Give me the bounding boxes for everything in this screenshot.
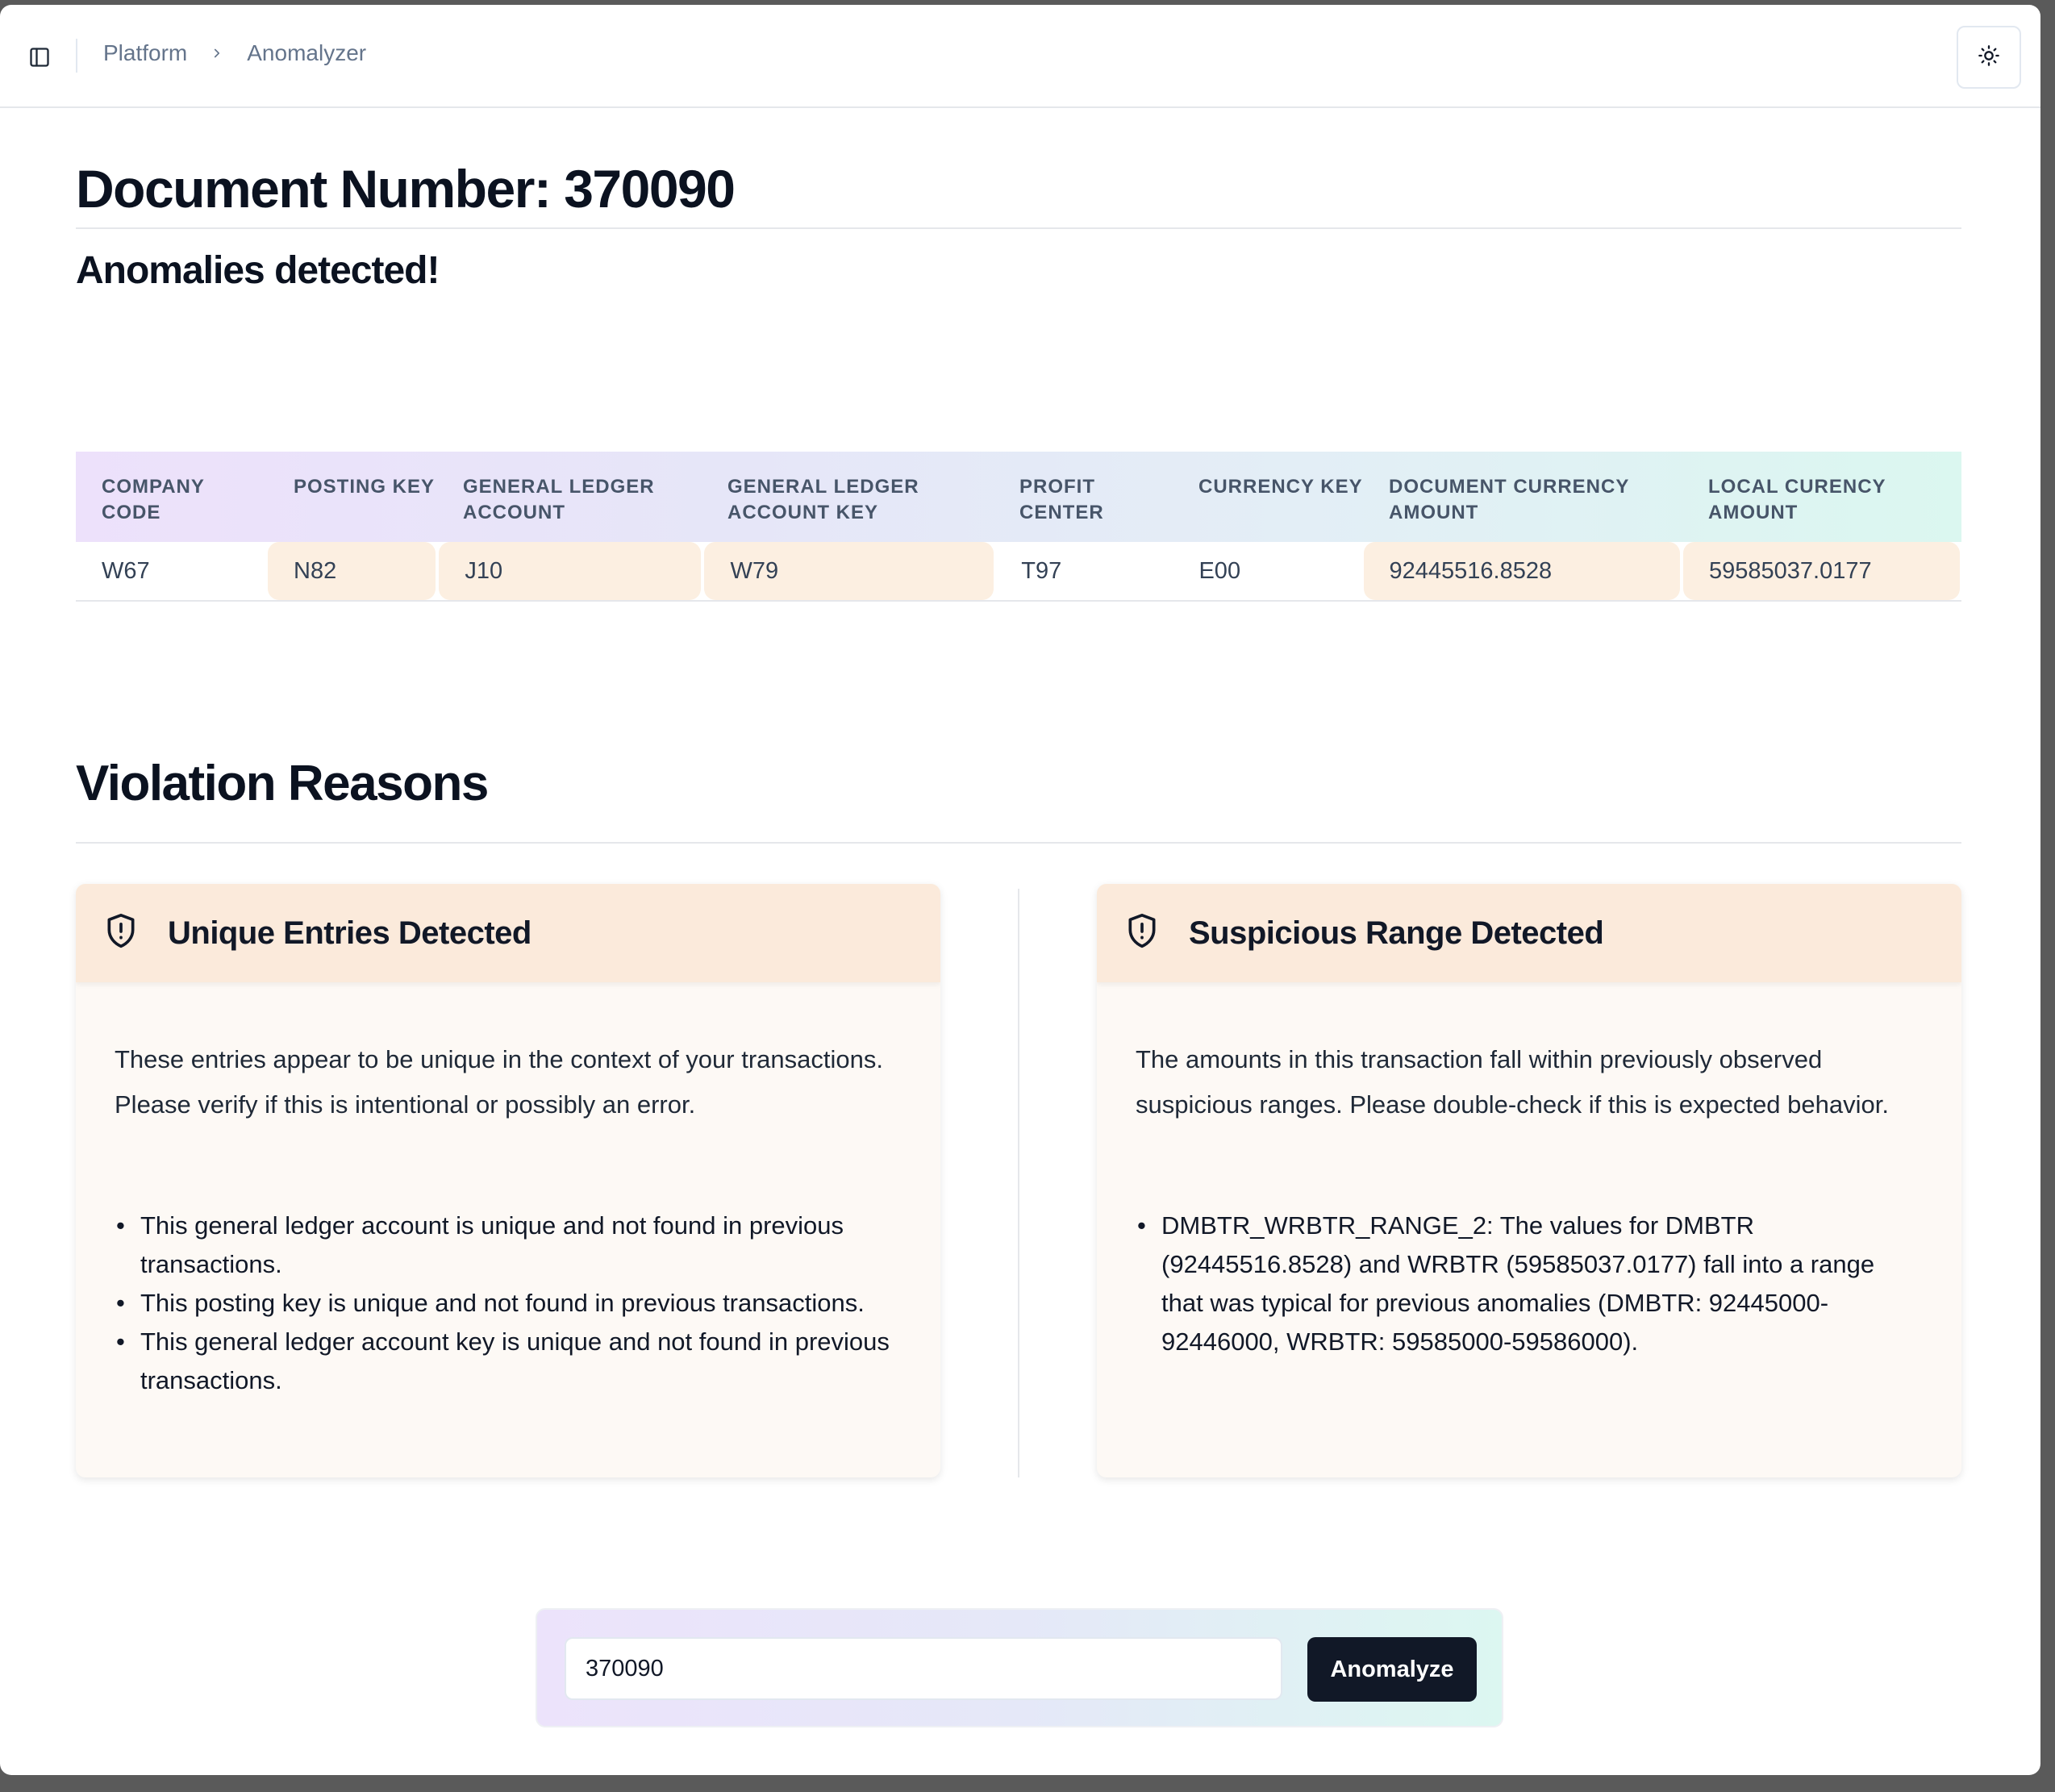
table-body: W67 N82 J10 W79 T97 E00 92445516.8528 59… bbox=[76, 542, 1961, 602]
card-title: Unique Entries Detected bbox=[168, 915, 531, 951]
column-header: COMPANY CODE bbox=[102, 476, 205, 523]
document-number-input[interactable] bbox=[565, 1637, 1282, 1700]
violation-list: DMBTR_WRBTR_RANGE_2: The values for DMBT… bbox=[1136, 1206, 1923, 1361]
header-divider bbox=[76, 39, 77, 73]
column-header: DOCUMENT CURRENCY AMOUNT bbox=[1389, 476, 1629, 523]
table-row: W67 N82 J10 W79 T97 E00 92445516.8528 59… bbox=[76, 542, 1961, 602]
table-cell: E00 bbox=[1198, 557, 1241, 584]
list-item: This general ledger account is unique an… bbox=[115, 1206, 902, 1284]
shield-alert-icon bbox=[1124, 912, 1160, 955]
column-header: GENERAL LEDGER ACCOUNT bbox=[463, 476, 655, 523]
sun-icon bbox=[1978, 44, 2000, 71]
anomalyze-button[interactable]: Anomalyze bbox=[1307, 1637, 1477, 1702]
sidebar-panel-icon[interactable] bbox=[27, 45, 52, 69]
section-divider bbox=[76, 842, 1961, 844]
violation-list: This general ledger account is unique an… bbox=[115, 1206, 902, 1400]
table-cell: W79 bbox=[704, 542, 994, 600]
list-item: This general ledger account key is uniqu… bbox=[115, 1323, 902, 1400]
table-cell: 92445516.8528 bbox=[1363, 542, 1681, 600]
title-divider bbox=[76, 227, 1961, 229]
column-header: POSTING KEY bbox=[294, 476, 436, 498]
table-cell: N82 bbox=[268, 542, 436, 600]
violation-card-unique-entries: Unique Entries Detected These entries ap… bbox=[76, 884, 940, 1477]
table-cell: J10 bbox=[439, 542, 702, 600]
violation-card-suspicious-range: Suspicious Range Detected The amounts in… bbox=[1097, 884, 1961, 1477]
column-header: CURRENCY KEY bbox=[1198, 476, 1363, 498]
card-body: The amounts in this transaction fall wit… bbox=[1097, 982, 1961, 1361]
page-title: Document Number: 370090 bbox=[76, 159, 736, 219]
card-description: These entries appear to be unique in the… bbox=[115, 1045, 883, 1119]
column-header: GENERAL LEDGER ACCOUNT KEY bbox=[727, 476, 919, 523]
violation-reasons-heading: Violation Reasons bbox=[76, 756, 489, 811]
shield-alert-icon bbox=[103, 912, 139, 955]
table-cell: 59585037.0177 bbox=[1683, 542, 1960, 600]
card-body: These entries appear to be unique in the… bbox=[76, 982, 940, 1400]
card-title: Suspicious Range Detected bbox=[1189, 915, 1604, 951]
breadcrumb: Platform Anomalyzer bbox=[103, 40, 366, 66]
card-divider bbox=[1018, 889, 1019, 1477]
top-bar: Platform Anomalyzer bbox=[0, 5, 2040, 108]
card-description: The amounts in this transaction fall wit… bbox=[1136, 1045, 1889, 1119]
theme-toggle-button[interactable] bbox=[1957, 26, 2021, 89]
breadcrumb-anomalyzer[interactable]: Anomalyzer bbox=[247, 40, 366, 66]
table-header: COMPANY CODE POSTING KEY GENERAL LEDGER … bbox=[76, 452, 1961, 542]
document-search-panel: Anomalyze bbox=[536, 1608, 1503, 1727]
chevron-right-icon bbox=[210, 46, 224, 60]
card-header: Unique Entries Detected bbox=[76, 884, 940, 982]
column-header: PROFIT CENTER bbox=[1019, 476, 1104, 523]
table-cell: W67 bbox=[102, 557, 150, 584]
list-item: This posting key is unique and not found… bbox=[115, 1284, 902, 1323]
anomaly-status-heading: Anomalies detected! bbox=[76, 249, 440, 292]
transaction-table: COMPANY CODE POSTING KEY GENERAL LEDGER … bbox=[76, 452, 1961, 602]
card-header: Suspicious Range Detected bbox=[1097, 884, 1961, 982]
breadcrumb-platform[interactable]: Platform bbox=[103, 40, 187, 66]
table-cell: T97 bbox=[1021, 557, 1062, 584]
column-header: LOCAL CURENCY AMOUNT bbox=[1708, 476, 1886, 523]
app-window: Platform Anomalyzer Document Number: 370… bbox=[0, 5, 2040, 1775]
list-item: DMBTR_WRBTR_RANGE_2: The values for DMBT… bbox=[1136, 1206, 1923, 1361]
